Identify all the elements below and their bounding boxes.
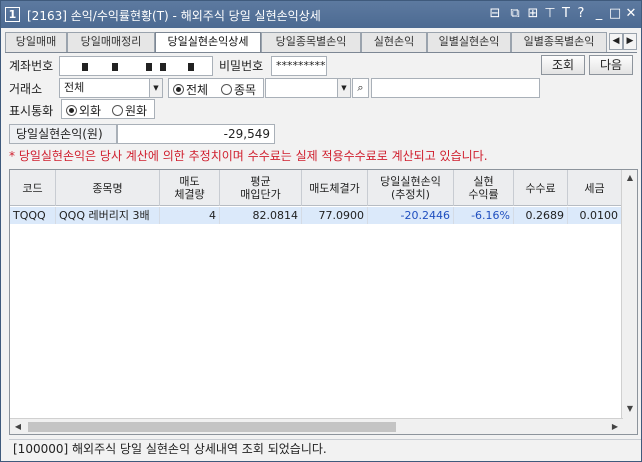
cell-sell-price: 77.0900 [302, 207, 368, 224]
radio-won[interactable]: 원화 [112, 102, 147, 119]
cell-name: QQQ 레버리지 3배 [56, 207, 160, 224]
table-row[interactable]: TQQQ QQQ 레버리지 3배 4 82.0814 77.0900 -20.2… [10, 207, 622, 224]
table-header: 코드 종목명 매도 체결량 평균 매입단가 매도체결가 당일실현손익 (추정치)… [10, 170, 637, 206]
tab-realized-pnl[interactable]: 실현손익 [361, 32, 427, 52]
horizontal-scroll-thumb[interactable] [28, 422, 396, 432]
scope-radio-group: 전체 종목 [168, 78, 264, 98]
restore-icon[interactable]: ⧉ [507, 6, 523, 22]
exchange-label: 거래소 [9, 82, 43, 96]
help-icon[interactable]: ? [573, 6, 589, 22]
scroll-down-icon[interactable]: ▼ [622, 401, 637, 417]
radio-foreign[interactable]: 외화 [66, 102, 101, 119]
tab-strip: 당일매매 당일매매정리 당일실현손익상세 당일종목별손익 실현손익 일별실현손익… [5, 32, 637, 53]
tab-daily-realized-detail[interactable]: 당일실현손익상세 [155, 32, 261, 53]
tab-daily-trade[interactable]: 당일매매 [5, 32, 67, 52]
vertical-scrollbar[interactable]: ▲ ▼ [621, 170, 637, 434]
item-code-combo[interactable]: ▼ [265, 78, 351, 98]
exchange-value: 전체 [64, 81, 85, 94]
summary-label: 당일실현손익(원) [9, 124, 117, 144]
tab-daily-realized-pnl[interactable]: 일별실현손익 [427, 32, 511, 52]
app-icon: 1 [5, 7, 20, 22]
col-fee[interactable]: 수수료 [514, 170, 568, 206]
item-search-icon[interactable]: ⌕ [352, 78, 369, 98]
tab-daily-trade-summary[interactable]: 당일매매정리 [67, 32, 155, 52]
minimize-icon[interactable]: _ [591, 6, 607, 22]
password-label: 비밀번호 [219, 59, 264, 73]
chevron-down-icon[interactable]: ▼ [337, 79, 350, 97]
col-sell-qty[interactable]: 매도 체결량 [160, 170, 220, 206]
cell-sell-qty: 4 [160, 207, 220, 224]
col-tax[interactable]: 세금 [568, 170, 622, 206]
dock-icon[interactable]: ⊟ [487, 6, 503, 22]
scroll-up-icon[interactable]: ▲ [622, 170, 637, 186]
query-button[interactable]: 조회 [541, 55, 585, 75]
currency-radio-group: 외화 원화 [61, 99, 155, 119]
item-name-field[interactable] [371, 78, 540, 98]
scroll-left-icon[interactable]: ◀ [10, 419, 26, 434]
account-label: 계좌번호 [9, 59, 54, 73]
col-realized-pnl[interactable]: 당일실현손익 (추정치) [368, 170, 454, 206]
realized-pnl-table: 코드 종목명 매도 체결량 평균 매입단가 매도체결가 당일실현손익 (추정치)… [9, 169, 638, 435]
cell-fee: 0.2689 [514, 207, 568, 224]
col-return-rate[interactable]: 실현 수익률 [454, 170, 514, 206]
content-panel: 계좌번호 비밀번호 ********* 조회 다음 거래소 전체 ▼ 전체 종목… [5, 52, 641, 457]
col-code[interactable]: 코드 [10, 170, 56, 206]
exchange-select[interactable]: 전체 ▼ [59, 78, 163, 98]
password-field[interactable]: ********* [271, 56, 327, 76]
horizontal-scrollbar[interactable]: ◀ ▶ [10, 418, 623, 434]
cell-tax: 0.0100 [568, 207, 622, 224]
radio-foreign-dot [66, 105, 77, 116]
link-icon[interactable]: ⊞ [525, 6, 541, 22]
radio-won-dot [112, 105, 123, 116]
maximize-icon[interactable]: □ [607, 6, 623, 22]
tab-scroll-left-icon[interactable]: ◀ [609, 33, 623, 50]
currency-label: 표시통화 [9, 104, 54, 118]
next-button[interactable]: 다음 [589, 55, 633, 75]
main-window: 1 [2163] 손익/수익률현황(T) - 해외주식 당일 실현손익상세 ⊟ … [0, 0, 642, 462]
col-avg-price[interactable]: 평균 매입단가 [220, 170, 302, 206]
chevron-down-icon[interactable]: ▼ [149, 79, 162, 97]
tab-scroll-right-icon[interactable]: ▶ [623, 33, 637, 50]
radio-all[interactable]: 전체 [173, 81, 208, 98]
text-icon[interactable]: T [558, 6, 574, 22]
cell-code: TQQQ [10, 207, 56, 224]
cell-return-rate: -6.16% [454, 207, 514, 224]
status-bar: [100000] 해외주식 당일 실현손익 상세내역 조회 되었습니다. [9, 439, 641, 457]
close-icon[interactable]: ✕ [623, 6, 639, 22]
account-number-field[interactable] [59, 56, 213, 76]
cell-realized-pnl: -20.2446 [368, 207, 454, 224]
tab-daily-item-pnl[interactable]: 당일종목별손익 [261, 32, 361, 52]
radio-item[interactable]: 종목 [221, 81, 256, 98]
title-bar[interactable]: 1 [2163] 손익/수익률현황(T) - 해외주식 당일 실현손익상세 ⊟ … [1, 1, 641, 28]
scroll-right-icon[interactable]: ▶ [607, 419, 623, 434]
radio-item-dot [221, 84, 232, 95]
window-title: [2163] 손익/수익률현황(T) - 해외주식 당일 실현손익상세 [27, 9, 321, 23]
radio-all-dot [173, 84, 184, 95]
tab-daily-item-realized[interactable]: 일별종목별손익 [511, 32, 607, 52]
col-sell-price[interactable]: 매도체결가 [302, 170, 368, 206]
pin-icon[interactable]: ⊤ [542, 6, 558, 22]
col-name[interactable]: 종목명 [56, 170, 160, 206]
notice-text: * 당일실현손익은 당사 계산에 의한 추정치이며 수수료는 실제 적용수수료로… [9, 149, 488, 163]
summary-value: -29,549 [117, 124, 275, 144]
cell-avg-price: 82.0814 [220, 207, 302, 224]
